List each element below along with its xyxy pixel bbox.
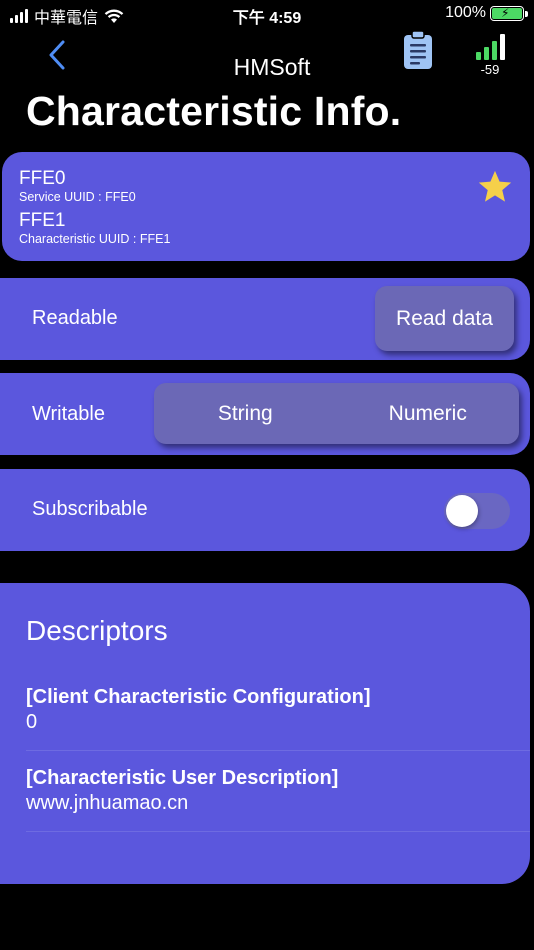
rssi-signal-icon — [468, 34, 512, 60]
numeric-option[interactable]: Numeric — [337, 402, 520, 426]
nav-title: HMSoft — [233, 54, 311, 80]
screen: 中華電信 下午 4:59 100% ⚡ HMSoft -59 Character… — [0, 0, 534, 950]
characteristic-info-card: FFE0 Service UUID : FFE0 FFE1 Characteri… — [2, 152, 530, 261]
page-title: Characteristic Info. — [26, 88, 402, 134]
descriptor-value: 0 — [26, 711, 38, 733]
status-bar: 中華電信 下午 4:59 100% ⚡ — [0, 0, 534, 30]
subscribable-row: Subscribable — [0, 469, 530, 551]
writable-label: Writable — [32, 403, 105, 425]
descriptor-item: [Characteristic User Description] www.jn… — [26, 767, 338, 815]
descriptor-value: www.jnhuamao.cn — [26, 792, 189, 814]
battery-charging-icon: ⚡ — [490, 5, 528, 21]
readable-label: Readable — [32, 307, 118, 329]
status-right: 100% ⚡ — [445, 4, 528, 22]
subscribable-label: Subscribable — [32, 498, 148, 520]
divider — [26, 750, 530, 751]
toggle-knob — [446, 495, 478, 527]
divider — [26, 831, 530, 832]
string-option[interactable]: String — [154, 402, 337, 426]
rssi-value: -59 — [480, 62, 500, 77]
battery-percent: 100% — [445, 4, 486, 21]
write-format-segmented-control: String Numeric — [154, 383, 519, 444]
service-uuid: Service UUID : FFE0 — [19, 190, 136, 204]
descriptor-item: [Client Characteristic Configuration] 0 — [26, 686, 370, 734]
descriptors-card: Descriptors [Client Characteristic Confi… — [0, 583, 530, 884]
descriptor-name: [Client Characteristic Configuration] — [26, 686, 371, 708]
clipboard-icon[interactable] — [402, 30, 434, 70]
rssi-indicator: -59 — [468, 34, 512, 78]
readable-row: Readable Read data — [0, 278, 530, 360]
writable-row: Writable String Numeric — [0, 373, 530, 455]
read-data-button[interactable]: Read data — [375, 286, 514, 351]
service-name: FFE0 — [19, 168, 66, 189]
favorite-star-icon[interactable] — [476, 168, 514, 206]
subscribe-toggle[interactable] — [444, 493, 510, 529]
characteristic-name: FFE1 — [19, 210, 66, 231]
descriptors-title: Descriptors — [26, 615, 168, 646]
characteristic-uuid: Characteristic UUID : FFE1 — [19, 232, 171, 246]
descriptor-name: [Characteristic User Description] — [26, 767, 339, 789]
